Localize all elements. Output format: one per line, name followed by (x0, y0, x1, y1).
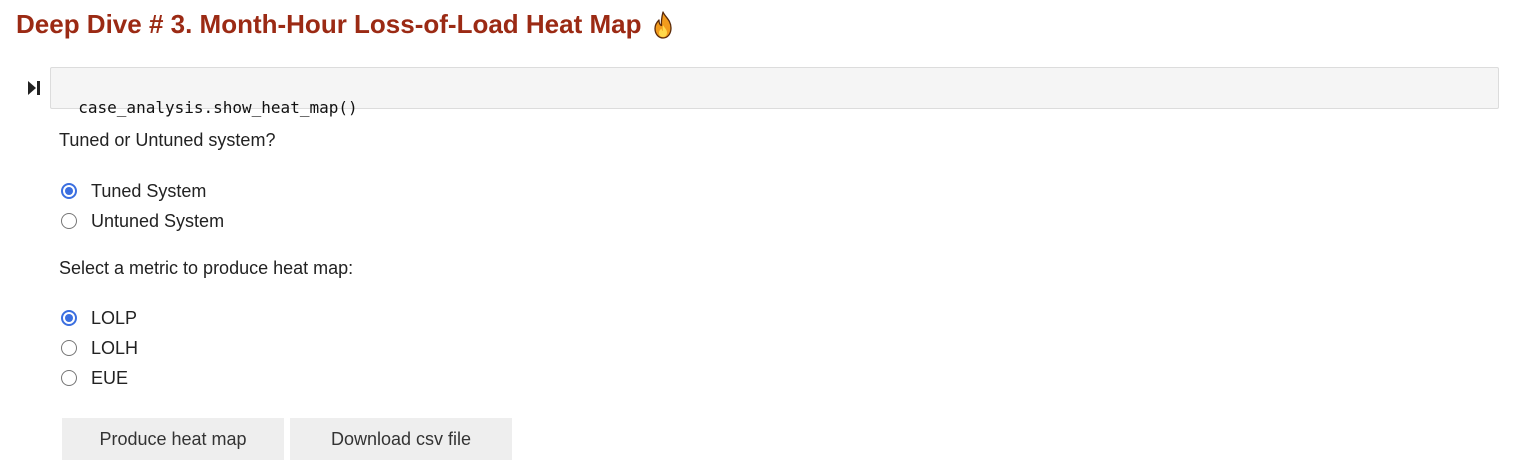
radio-label: LOLP (91, 307, 138, 328)
metric-radio-group: LOLP LOLH EUE (59, 303, 138, 393)
radio-label: LOLH (91, 337, 139, 358)
radio-label: Untuned System (91, 210, 225, 231)
run-cell-icon[interactable] (27, 80, 41, 96)
radio-untuned-system[interactable]: Untuned System (59, 206, 224, 236)
radio-dot (65, 314, 73, 322)
radio-eue[interactable]: EUE (59, 363, 138, 393)
radio-label: EUE (91, 367, 129, 388)
radio-button[interactable] (61, 340, 77, 356)
code-cell-input[interactable]: case_analysis.show_heat_map() (50, 67, 1499, 117)
system-radio-group: Tuned System Untuned System (59, 176, 224, 236)
radio-lolh[interactable]: LOLH (59, 333, 138, 363)
page-title-text: Deep Dive # 3. Month-Hour Loss-of-Load H… (16, 9, 642, 39)
radio-dot (65, 187, 73, 195)
system-question-label: Tuned or Untuned system? (59, 130, 276, 150)
metric-question-label: Select a metric to produce heat map: (59, 258, 354, 278)
radio-lolp[interactable]: LOLP (59, 303, 138, 333)
radio-tuned-system[interactable]: Tuned System (59, 176, 224, 206)
radio-button[interactable] (61, 370, 77, 386)
download-csv-button[interactable]: Download csv file (290, 418, 512, 460)
code-text: case_analysis.show_heat_map() (78, 98, 358, 117)
radio-button-checked[interactable] (61, 183, 77, 199)
radio-label: Tuned System (91, 180, 207, 201)
page-title: Deep Dive # 3. Month-Hour Loss-of-Load H… (16, 9, 674, 40)
produce-heat-map-button[interactable]: Produce heat map (62, 418, 284, 460)
radio-button[interactable] (61, 213, 77, 229)
radio-button-checked[interactable] (61, 310, 77, 326)
flame-icon (653, 10, 672, 39)
